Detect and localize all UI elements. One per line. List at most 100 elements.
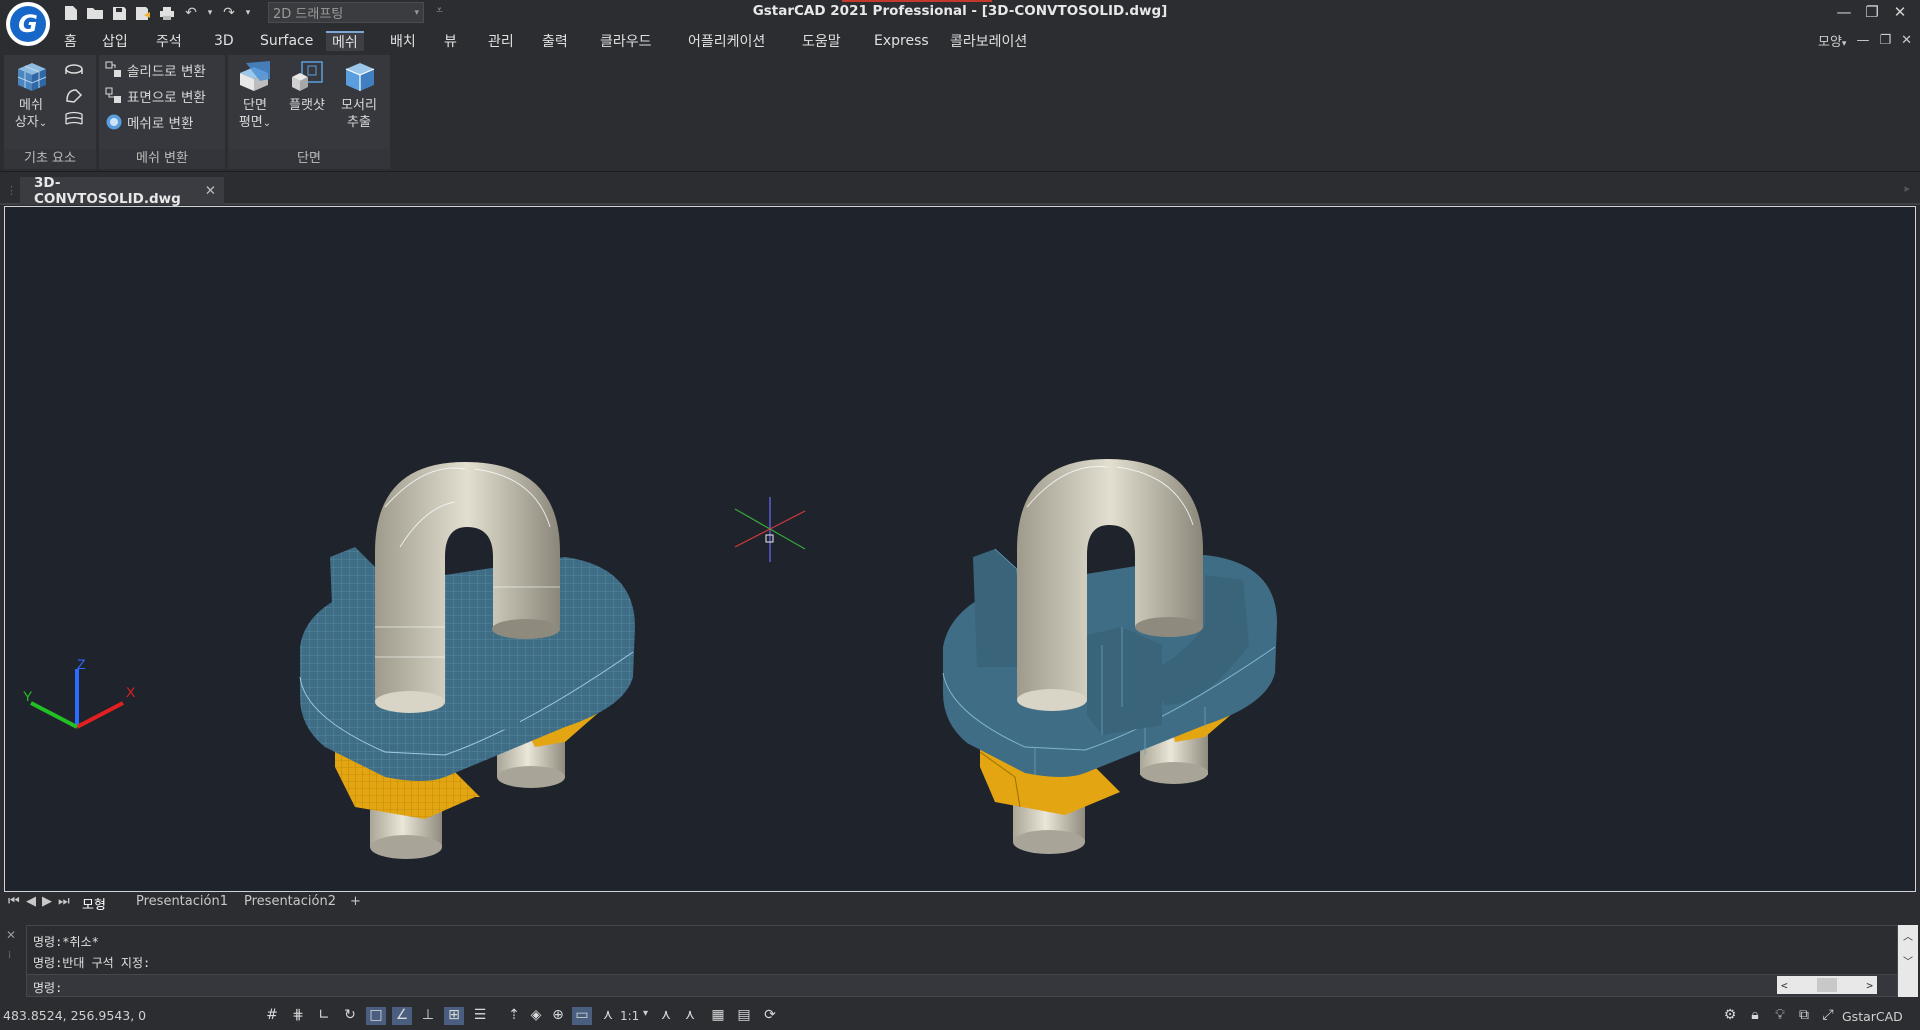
flatshot-button[interactable]: 플랫샷 [284, 59, 330, 114]
zoom-icon[interactable]: ⊕ [548, 1007, 568, 1025]
document-tab[interactable]: 3D-CONVTOSOLID.dwg ✕ [20, 175, 224, 207]
command-vertical-scrollbar[interactable]: ︿ ﹀ [1898, 925, 1918, 997]
tab-collaboration[interactable]: 콜라보레이션 [944, 31, 1033, 51]
tab-layout[interactable]: 배치 [384, 31, 422, 51]
annotation-scale-value[interactable]: 1:1 [620, 1009, 639, 1023]
settings-gear-icon[interactable]: ⚙ [1720, 1007, 1740, 1025]
doc-restore-icon[interactable]: ❐ [1879, 33, 1891, 48]
quick-access-toolbar: ↶ ▾ ↷ ▾ [62, 2, 252, 24]
tab-scroll-left-icon[interactable]: ⋮ [6, 184, 17, 197]
model-space-canvas[interactable]: Z X Y [5, 207, 1915, 891]
tab-surface[interactable]: Surface [254, 31, 319, 51]
mesh-box-button[interactable]: 메쉬 상자⌄ [8, 59, 54, 132]
annotation-visibility-icon[interactable]: ⋏ [656, 1007, 676, 1025]
dynamic-input-icon[interactable]: ⊞ [444, 1007, 464, 1025]
prev-layout-icon[interactable]: ◀ [26, 894, 36, 909]
viewport-icon[interactable]: ▭ [572, 1007, 592, 1025]
command-horizontal-scrollbar[interactable]: < > [1777, 976, 1877, 994]
tab-3d[interactable]: 3D [208, 31, 240, 51]
snap-grid-icon[interactable]: # [262, 1007, 282, 1025]
ucs-axis-icon: Z X Y [23, 656, 136, 729]
svg-text:X: X [126, 684, 136, 700]
tab-help[interactable]: 도움말 [796, 31, 847, 51]
new-file-icon[interactable] [62, 4, 80, 22]
section-plane-button[interactable]: 단면 평면⌄ [232, 59, 278, 132]
save-as-icon[interactable] [134, 4, 152, 22]
scroll-left-icon[interactable]: < [1781, 979, 1788, 992]
close-command-icon[interactable]: ✕ [6, 928, 16, 942]
tab-home[interactable]: 홈 [58, 31, 83, 51]
lock-ui-icon[interactable]: 🔒︎ [1745, 1007, 1765, 1025]
last-layout-icon[interactable]: ⏭ [58, 894, 70, 909]
close-tab-icon[interactable]: ✕ [205, 183, 216, 199]
transparency-icon[interactable]: ▦ [708, 1007, 728, 1025]
dynamic-ucs-icon[interactable]: ⊥ [418, 1007, 438, 1025]
ribbon-style-dropdown[interactable]: 모양▾ [1818, 31, 1846, 50]
app-menu-button[interactable]: G [6, 2, 50, 46]
annotation-scale-icon[interactable]: ⋏ [598, 1007, 618, 1025]
add-layout-button[interactable]: + [350, 894, 361, 909]
first-layout-icon[interactable]: ⏮ [8, 894, 20, 909]
workspace-select[interactable]: 2D 드래프팅 ▾ [268, 2, 424, 23]
lineweight-icon[interactable]: ☰ [470, 1007, 490, 1025]
command-options-icon[interactable]: ⁞ [8, 950, 11, 961]
tab-view[interactable]: 뷰 [438, 31, 463, 51]
undo-icon[interactable]: ↶ [182, 4, 200, 22]
tab-output[interactable]: 출력 [536, 31, 574, 51]
convert-to-mesh-button[interactable]: 메쉬로 변환 [105, 111, 193, 133]
tab-express[interactable]: Express [868, 31, 935, 51]
layout-tab-presentacion2[interactable]: Presentación2 [244, 894, 336, 909]
otrack-icon[interactable]: ∠ [392, 1007, 412, 1025]
fullscreen-icon[interactable]: ⤢ [1818, 1007, 1838, 1025]
auto-scale-icon[interactable]: ⋏ [680, 1007, 700, 1025]
next-layout-icon[interactable]: ▶ [42, 894, 52, 909]
command-input[interactable]: 명령: < > [27, 974, 1897, 996]
selection-cycling-icon[interactable]: ⇡ [504, 1007, 524, 1025]
doc-minimize-icon[interactable]: — [1856, 33, 1869, 48]
save-icon[interactable] [110, 4, 128, 22]
convert-to-surface-button[interactable]: 표면으로 변환 [105, 85, 206, 107]
doc-close-icon[interactable]: ✕ [1901, 33, 1912, 48]
customize-qat-icon[interactable]: ⩡ [436, 3, 443, 18]
scroll-up-icon[interactable]: ︿ [1898, 928, 1918, 943]
ortho-icon[interactable]: ∟ [314, 1007, 334, 1025]
redo-icon[interactable]: ↷ [220, 4, 238, 22]
hardware-acceleration-icon[interactable]: ⧉ [1794, 1007, 1814, 1025]
close-icon[interactable]: ✕ [1886, 0, 1914, 24]
minimize-icon[interactable]: — [1830, 0, 1858, 24]
clean-screen-icon[interactable]: ⟳ [760, 1007, 780, 1025]
layers-icon[interactable]: ◈ [526, 1007, 546, 1025]
tab-cloud[interactable]: 클라우드 [594, 31, 658, 51]
extract-edges-button[interactable]: 모서리 추출 [336, 59, 382, 131]
convert-to-solid-button[interactable]: 솔리드로 변환 [105, 59, 206, 81]
redo-dropdown-icon[interactable]: ▾ [244, 4, 252, 22]
tab-applications[interactable]: 어플리케이션 [682, 31, 771, 51]
scroll-right-icon[interactable]: > [1866, 979, 1873, 992]
mesh-ruled-icon[interactable] [64, 111, 84, 131]
drawing-viewport[interactable]: Z X Y [4, 206, 1916, 892]
quick-properties-icon[interactable]: ▤ [734, 1007, 754, 1025]
osnap-icon[interactable]: □ [366, 1007, 386, 1025]
undo-dropdown-icon[interactable]: ▾ [206, 4, 214, 22]
print-icon[interactable] [158, 4, 176, 22]
chevron-down-icon[interactable]: ▾ [643, 1008, 648, 1019]
scroll-thumb[interactable] [1817, 978, 1837, 992]
open-folder-icon[interactable] [86, 4, 104, 22]
layout-tab-presentacion1[interactable]: Presentación1 [136, 894, 228, 909]
polar-icon[interactable]: ↻ [340, 1007, 360, 1025]
mesh-clamp-model[interactable] [299, 462, 635, 859]
tab-manage[interactable]: 관리 [482, 31, 520, 51]
solid-clamp-model[interactable] [942, 459, 1277, 854]
mesh-revolve-icon[interactable] [64, 87, 84, 109]
restore-icon[interactable]: ❐ [1858, 0, 1886, 24]
document-tab-bar: ⋮ 3D-CONVTOSOLID.dwg ✕ ▸ [0, 175, 1920, 207]
mesh-cylinder-icon[interactable] [64, 63, 84, 83]
tab-mesh[interactable]: 메쉬 [326, 31, 364, 51]
isolate-objects-icon[interactable]: 💡︎ [1770, 1007, 1790, 1025]
layout-tab-model[interactable]: 모형 [82, 894, 106, 913]
scroll-down-icon[interactable]: ﹀ [1898, 953, 1918, 968]
tab-scroll-right-icon[interactable]: ▸ [1904, 182, 1910, 195]
tab-insert[interactable]: 삽입 [96, 31, 134, 51]
grid-icon[interactable]: ⋕ [288, 1007, 308, 1025]
tab-annotate[interactable]: 주석 [150, 31, 188, 51]
